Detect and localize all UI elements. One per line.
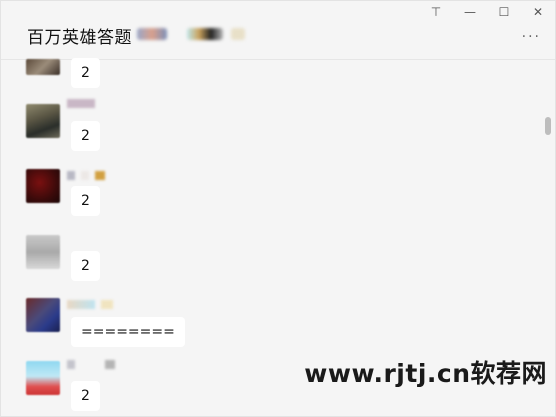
close-icon[interactable]: ✕ <box>521 1 555 23</box>
sender-name <box>67 99 95 109</box>
message-bubble: 2 <box>71 58 100 88</box>
sender-name <box>67 360 115 370</box>
title-redacted-name <box>137 28 167 40</box>
avatar[interactable] <box>26 361 60 395</box>
sender-name <box>67 171 105 181</box>
message-bubble: 2 <box>71 251 100 281</box>
chat-window: 百万英雄答题 ··· ⊤ — ☐ ✕ 2 2 2 2 ======== 2 ww… <box>0 0 556 417</box>
scrollbar-thumb[interactable] <box>545 117 551 135</box>
pin-icon[interactable]: ⊤ <box>419 1 453 23</box>
message-bubble: 2 <box>71 381 100 411</box>
avatar[interactable] <box>26 59 60 75</box>
avatar[interactable] <box>26 298 60 332</box>
maximize-icon[interactable]: ☐ <box>487 1 521 23</box>
avatar[interactable] <box>26 169 60 203</box>
watermark: www.rjtj.cn软荐网 <box>304 359 547 388</box>
avatar[interactable] <box>26 235 60 269</box>
message-bubble: 2 <box>71 121 100 151</box>
sender-name <box>67 300 113 310</box>
chat-title: 百万英雄答题 <box>27 28 132 48</box>
message-bubble: 2 <box>71 186 100 216</box>
message-bubble: ======== <box>71 317 185 347</box>
avatar[interactable] <box>26 104 60 138</box>
title-redacted-extra <box>231 28 245 40</box>
window-controls: ⊤ — ☐ ✕ <box>419 1 555 23</box>
minimize-icon[interactable]: — <box>453 1 487 23</box>
title-redacted-tag <box>187 28 223 40</box>
more-options-button[interactable]: ··· <box>522 29 541 45</box>
